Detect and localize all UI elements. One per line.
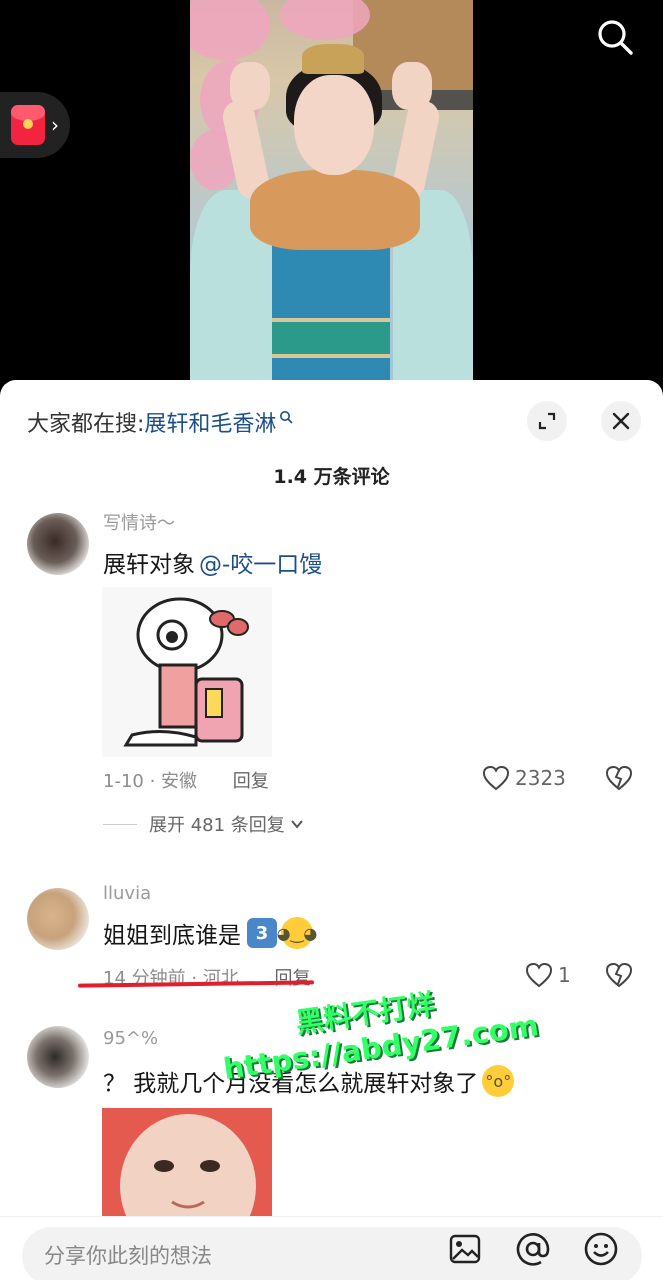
like-button[interactable]: 2323 bbox=[482, 765, 566, 791]
search-mini-icon bbox=[280, 411, 293, 424]
close-button[interactable] bbox=[601, 401, 641, 441]
video-frame[interactable] bbox=[190, 0, 473, 400]
reply-button[interactable]: 回复 bbox=[275, 968, 311, 989]
dislike-button[interactable] bbox=[605, 765, 633, 795]
comment-username[interactable]: 写情诗～ bbox=[103, 509, 175, 535]
shocked-face-emoji: °o° bbox=[482, 1065, 515, 1097]
expand-replies-button[interactable]: 展开 481 条回复 bbox=[103, 811, 305, 837]
comments-sheet: 大家都在搜: 展轩和毛香淋 1.4 万条评论 写情诗～ 展轩对象 @-咬一口馒 bbox=[0, 380, 663, 1280]
comment-text: 姐姐到底谁是 3 ◕‿◕ bbox=[103, 916, 317, 950]
avatar[interactable] bbox=[27, 513, 89, 575]
reply-button[interactable]: 回复 bbox=[233, 771, 269, 792]
emoji-button[interactable] bbox=[581, 1229, 621, 1269]
chevron-right-icon: › bbox=[51, 113, 59, 137]
emoji-icon bbox=[584, 1232, 618, 1266]
belt bbox=[272, 318, 390, 358]
at-icon bbox=[516, 1233, 550, 1266]
keycap-emoji: 3 bbox=[247, 918, 277, 948]
like-count: 1 bbox=[558, 963, 571, 987]
expand-button[interactable] bbox=[527, 401, 567, 441]
comment-text: 展轩对象 @-咬一口馒 bbox=[103, 545, 322, 579]
search-button[interactable] bbox=[592, 14, 638, 60]
divider bbox=[103, 823, 137, 825]
image-icon bbox=[449, 1234, 481, 1264]
comment-input-bar bbox=[0, 1216, 663, 1280]
heart-icon bbox=[482, 765, 510, 791]
mention-button[interactable] bbox=[513, 1229, 553, 1269]
comment-username[interactable]: lluvia bbox=[103, 883, 151, 904]
comment-body: 展轩对象 bbox=[103, 552, 195, 578]
hand bbox=[392, 62, 432, 110]
blossom bbox=[190, 0, 270, 60]
comment-input[interactable] bbox=[44, 1244, 424, 1268]
close-icon bbox=[612, 412, 630, 430]
heart-icon bbox=[525, 962, 553, 988]
face bbox=[294, 75, 374, 175]
comment-item: 写情诗～ 展轩对象 @-咬一口馒 1-10 · 安徽 回复 2323 展开 48… bbox=[0, 505, 663, 845]
sticker-image[interactable] bbox=[102, 587, 272, 757]
red-packet-icon bbox=[11, 105, 45, 145]
red-packet-button[interactable]: › bbox=[0, 92, 70, 158]
comment-body: 姐姐到底谁是 bbox=[103, 923, 241, 949]
hot-search-keyword[interactable]: 展轩和毛香淋 bbox=[144, 406, 276, 438]
dislike-button[interactable] bbox=[605, 962, 633, 992]
hot-search[interactable]: 大家都在搜: 展轩和毛香淋 bbox=[27, 402, 293, 442]
expand-replies-label: 展开 481 条回复 bbox=[149, 815, 285, 836]
video-area[interactable]: › bbox=[0, 0, 663, 400]
baby-face-image bbox=[102, 1108, 272, 1218]
hand bbox=[230, 62, 270, 110]
fur-collar bbox=[250, 170, 420, 250]
avatar[interactable] bbox=[27, 1026, 89, 1088]
expand-icon bbox=[538, 412, 556, 430]
avatar[interactable] bbox=[27, 888, 89, 950]
search-icon bbox=[598, 20, 633, 55]
like-count: 2323 bbox=[515, 766, 566, 790]
baby-photo[interactable] bbox=[102, 1108, 272, 1218]
headdress bbox=[302, 44, 364, 74]
playful-face-emoji: ◕‿◕ bbox=[277, 917, 317, 949]
broken-heart-icon bbox=[605, 962, 633, 988]
comment-count: 1.4 万条评论 bbox=[273, 466, 390, 488]
comment-username[interactable]: 95^% bbox=[103, 1028, 158, 1049]
comment-item: lluvia 姐姐到底谁是 3 ◕‿◕ 14 分钟前 · 河北 回复 1 bbox=[0, 880, 663, 1010]
broken-heart-icon bbox=[605, 765, 633, 791]
mention-link[interactable]: @-咬一口馒 bbox=[199, 545, 322, 579]
comment-meta: 1-10 · 安徽 回复 bbox=[103, 767, 269, 793]
chevron-down-icon bbox=[291, 820, 303, 829]
hot-search-prefix: 大家都在搜: bbox=[27, 412, 145, 437]
like-button[interactable]: 1 bbox=[525, 962, 571, 988]
image-button[interactable] bbox=[445, 1229, 485, 1269]
comment-time-location: 1-10 · 安徽 bbox=[103, 771, 198, 792]
cartoon-cat-sticker bbox=[102, 587, 272, 757]
